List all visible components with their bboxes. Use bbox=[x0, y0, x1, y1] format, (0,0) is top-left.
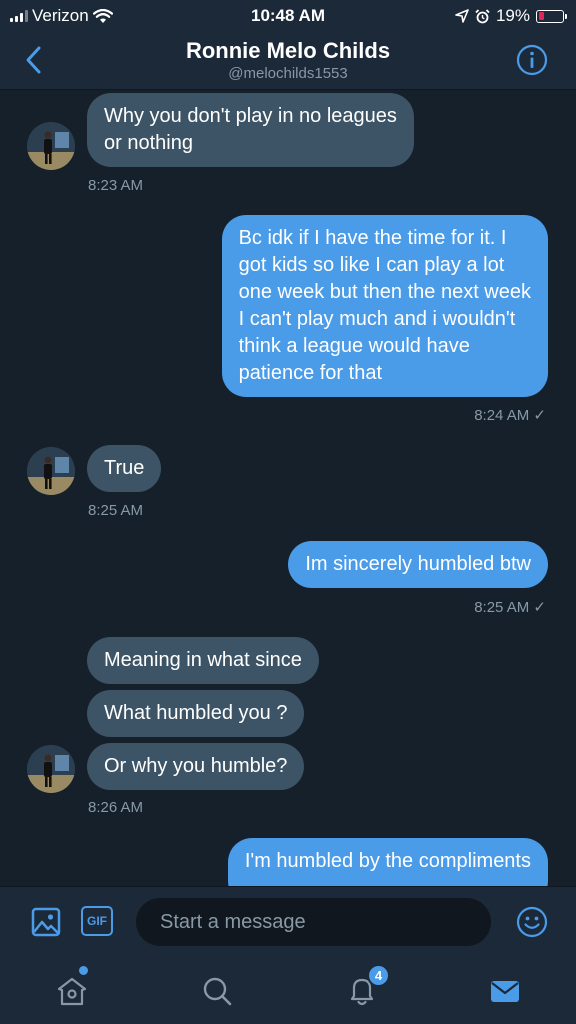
conversation-header: Ronnie Melo Childs @melochilds1553 bbox=[0, 32, 576, 90]
message-line: got kids so like I can play a lot bbox=[238, 254, 505, 276]
location-arrow-icon bbox=[455, 9, 469, 23]
incoming-message[interactable]: Or why you humble? bbox=[87, 743, 305, 790]
message-line: Im sincerely humbled btw bbox=[305, 553, 531, 575]
message-timestamp: 8:24 AM ✓ bbox=[474, 406, 546, 424]
message-timestamp: 8:25 AM bbox=[88, 502, 144, 519]
battery-icon bbox=[536, 9, 567, 23]
incoming-message[interactable]: Why you don't play in no leagues or noth… bbox=[87, 93, 414, 167]
timestamp-text: 8:24 AM bbox=[474, 407, 530, 424]
read-check-icon: ✓ bbox=[533, 599, 546, 616]
message-line: Bc idk if I have the time for it. I bbox=[238, 227, 507, 249]
outgoing-message[interactable]: Bc idk if I have the time for it. I got … bbox=[221, 215, 548, 397]
status-bar: Verizon 10:48 AM 19% bbox=[0, 0, 576, 32]
gif-button[interactable]: GIF bbox=[81, 906, 113, 936]
contact-handle: @melochilds1553 bbox=[228, 65, 348, 82]
status-right: 19% bbox=[455, 6, 567, 26]
incoming-message[interactable]: What humbled you ? bbox=[87, 690, 305, 737]
message-line: Or why you humble? bbox=[104, 755, 288, 777]
contact-name[interactable]: Ronnie Melo Childs bbox=[0, 38, 576, 64]
message-line: I can't play much and i wouldn't bbox=[238, 308, 516, 330]
message-line: patience for that bbox=[238, 362, 383, 384]
outgoing-message[interactable]: I'm humbled by the compliments bbox=[227, 838, 548, 886]
home-new-dot bbox=[79, 966, 88, 975]
incoming-message[interactable]: Meaning in what since bbox=[87, 637, 319, 684]
mail-icon[interactable] bbox=[488, 974, 522, 1008]
outgoing-message[interactable]: Im sincerely humbled btw bbox=[288, 541, 548, 588]
avatar[interactable] bbox=[27, 447, 75, 495]
message-line: think a league would have bbox=[238, 335, 470, 357]
message-line: I'm humbled by the compliments bbox=[244, 850, 531, 872]
message-line: one week but then the next week bbox=[238, 281, 531, 303]
message-line: What humbled you ? bbox=[104, 702, 288, 724]
avatar[interactable] bbox=[27, 745, 75, 793]
message-line: or nothing bbox=[104, 132, 193, 154]
alarm-icon bbox=[475, 8, 490, 23]
emoji-icon[interactable] bbox=[516, 906, 548, 938]
message-thread: Why you don't play in no leagues or noth… bbox=[0, 90, 576, 886]
message-input[interactable] bbox=[136, 898, 491, 946]
info-icon[interactable] bbox=[516, 44, 548, 76]
home-icon[interactable] bbox=[55, 974, 89, 1008]
message-timestamp: 8:26 AM bbox=[88, 799, 144, 816]
notification-badge: 4 bbox=[367, 964, 390, 987]
incoming-message[interactable]: True bbox=[87, 445, 162, 492]
avatar[interactable] bbox=[27, 122, 75, 170]
read-check-icon: ✓ bbox=[533, 407, 546, 424]
message-line: True bbox=[104, 457, 145, 479]
message-line: Meaning in what since bbox=[104, 649, 302, 671]
message-timestamp: 8:25 AM ✓ bbox=[474, 598, 546, 616]
message-timestamp: 8:23 AM bbox=[88, 177, 144, 194]
battery-percent: 19% bbox=[495, 6, 530, 25]
search-icon[interactable] bbox=[200, 974, 234, 1008]
message-line: Why you don't play in no leagues bbox=[104, 105, 397, 127]
timestamp-text: 8:25 AM bbox=[474, 599, 530, 616]
image-icon[interactable] bbox=[31, 907, 61, 937]
message-composer: GIF bbox=[0, 886, 576, 956]
